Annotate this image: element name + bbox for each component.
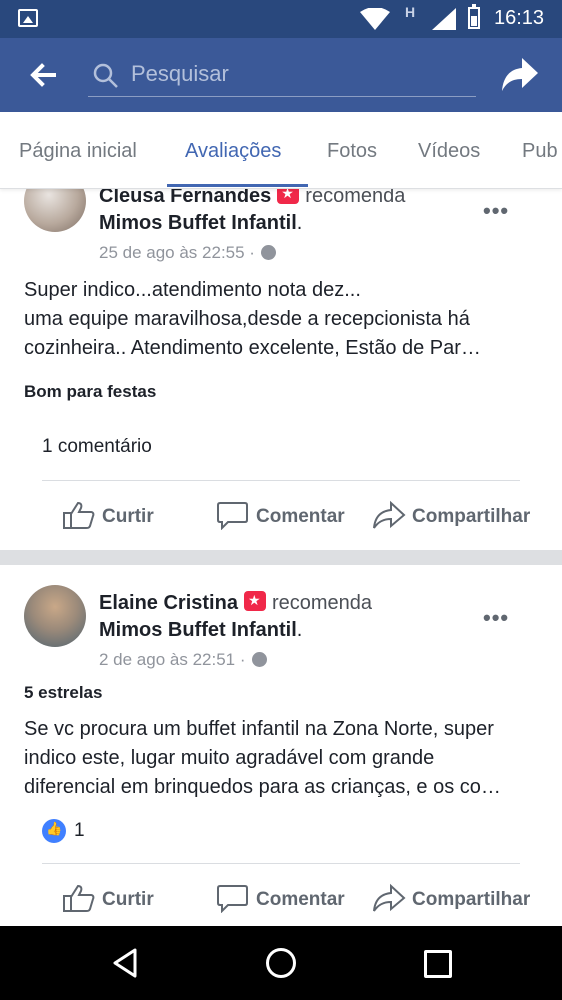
- battery-icon: [468, 4, 480, 29]
- review-text[interactable]: Super indico...atendimento nota dez... u…: [24, 276, 544, 363]
- review-line: cozinheira.. Atendimento excelente, Estã…: [24, 337, 481, 359]
- system-nav-bar: [0, 926, 562, 1000]
- post-timestamp[interactable]: 25 de ago às 22:55 ·: [99, 243, 276, 263]
- thumbs-up-icon: [63, 501, 95, 529]
- tab-posts[interactable]: Pub: [522, 140, 558, 163]
- share-button[interactable]: Compartilhar: [372, 500, 530, 530]
- post-header: Elaine Cristina recomenda: [99, 591, 372, 615]
- page-name[interactable]: Mimos Buffet Infantil: [99, 619, 297, 641]
- share-arrow-icon: [373, 500, 406, 529]
- signal-icon: [432, 8, 456, 30]
- review-text[interactable]: Se vc procura um buffet infantil na Zona…: [24, 715, 544, 802]
- thumbs-up-icon: [63, 884, 95, 912]
- share-label: Compartilhar: [412, 889, 531, 910]
- post-timestamp[interactable]: 2 de ago às 22:51 ·: [99, 650, 267, 670]
- comment-icon: [217, 502, 248, 531]
- like-button[interactable]: Curtir: [62, 883, 154, 913]
- comment-button[interactable]: Comentar: [216, 883, 345, 914]
- page-name[interactable]: Mimos Buffet Infantil: [99, 212, 297, 234]
- page-suffix: .: [296, 212, 303, 234]
- wifi-icon: [360, 8, 390, 30]
- search-placeholder: Pesquisar: [131, 61, 229, 86]
- more-options-icon[interactable]: •••: [483, 198, 509, 224]
- nav-back-icon[interactable]: [112, 948, 138, 978]
- reaction-count[interactable]: 1: [74, 820, 85, 842]
- recommend-label: recomenda: [305, 188, 406, 207]
- comment-label: Comentar: [256, 506, 345, 527]
- review-line: Super indico...atendimento nota dez...: [24, 279, 361, 301]
- like-reaction-icon: [42, 819, 66, 843]
- avatar[interactable]: [24, 585, 86, 647]
- reviews-feed[interactable]: Cleusa Fernandes recomenda Mimos Buffet I…: [0, 188, 562, 926]
- recommend-icon: [277, 188, 300, 204]
- post-header: Cleusa Fernandes recomenda: [99, 188, 405, 208]
- page-suffix: .: [296, 619, 303, 641]
- back-arrow-icon[interactable]: [28, 60, 58, 90]
- globe-icon: [260, 245, 276, 260]
- globe-icon: [251, 652, 267, 667]
- author-name[interactable]: Cleusa Fernandes: [99, 188, 271, 207]
- more-options-icon[interactable]: •••: [483, 605, 509, 631]
- comment-count[interactable]: 1 comentário: [42, 436, 152, 458]
- review-line: indico este, lugar muito agradável com g…: [24, 747, 435, 769]
- search-icon: [93, 63, 118, 88]
- review-line: uma equipe maravilhosa,desde a recepcion…: [24, 308, 470, 330]
- review-line: Se vc procura um buffet infantil na Zona…: [24, 718, 494, 740]
- comment-label: Comentar: [256, 889, 345, 910]
- tab-photos[interactable]: Fotos: [327, 140, 377, 163]
- like-button[interactable]: Curtir: [62, 500, 154, 530]
- tab-home[interactable]: Página inicial: [19, 140, 137, 163]
- timestamp-text: 25 de ago às 22:55 ·: [99, 243, 255, 262]
- divider: [42, 863, 520, 864]
- active-tab-indicator: [167, 184, 308, 187]
- page-link[interactable]: Mimos Buffet Infantil.: [99, 619, 302, 642]
- share-label: Compartilhar: [412, 506, 531, 527]
- review-post: Elaine Cristina recomenda Mimos Buffet In…: [0, 565, 562, 926]
- page-tabs: Página inicial Avaliações Fotos Vídeos P…: [0, 112, 562, 189]
- review-tag: 5 estrelas: [24, 683, 103, 702]
- nav-recents-icon[interactable]: [424, 950, 452, 978]
- like-label: Curtir: [102, 889, 154, 910]
- header: Pesquisar: [0, 38, 562, 112]
- post-separator: [0, 550, 562, 565]
- comment-button[interactable]: Comentar: [216, 500, 345, 531]
- author-name[interactable]: Elaine Cristina: [99, 592, 238, 614]
- share-icon[interactable]: [500, 56, 540, 94]
- share-button[interactable]: Compartilhar: [372, 883, 530, 913]
- gallery-icon: [18, 9, 38, 27]
- search-input[interactable]: Pesquisar: [88, 56, 476, 97]
- review-post: Cleusa Fernandes recomenda Mimos Buffet I…: [0, 188, 562, 550]
- status-bar: H 16:13: [0, 0, 562, 38]
- timestamp-text: 2 de ago às 22:51 ·: [99, 650, 246, 669]
- clock: 16:13: [494, 7, 545, 29]
- tab-reviews[interactable]: Avaliações: [185, 140, 281, 163]
- share-arrow-icon: [373, 883, 406, 912]
- divider: [42, 480, 520, 481]
- like-label: Curtir: [102, 506, 154, 527]
- page-link[interactable]: Mimos Buffet Infantil.: [99, 212, 302, 235]
- nav-home-icon[interactable]: [266, 948, 296, 978]
- review-tag: Bom para festas: [24, 382, 157, 401]
- recommend-icon: [243, 591, 266, 611]
- comment-icon: [217, 885, 248, 914]
- tab-videos[interactable]: Vídeos: [418, 140, 480, 163]
- network-type-label: H: [405, 4, 416, 20]
- review-line: diferencial em brinquedos para as crianç…: [24, 776, 501, 798]
- avatar[interactable]: [24, 188, 86, 232]
- recommend-label: recomenda: [271, 592, 372, 614]
